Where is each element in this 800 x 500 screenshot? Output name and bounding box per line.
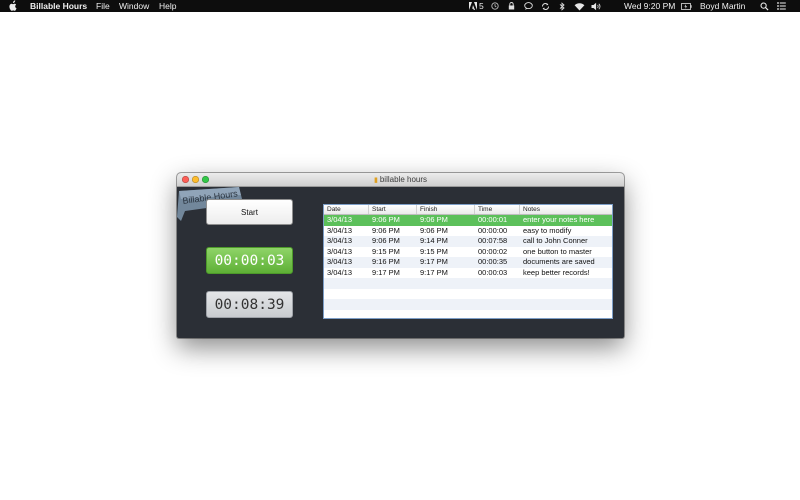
menu-window[interactable]: Window [119, 0, 149, 12]
lock-icon[interactable] [506, 0, 516, 12]
table-row[interactable]: 3/04/13 9:06 PM 9:14 PM 00:07:58 call to… [324, 236, 612, 247]
bluetooth-icon[interactable] [557, 0, 566, 12]
title-bar[interactable]: ▮ billable hours [177, 173, 624, 187]
menubar-clock[interactable]: Wed 9:20 PM [624, 0, 675, 12]
cell-date: 3/04/13 [327, 257, 353, 266]
volume-icon[interactable] [590, 0, 602, 12]
table-header: Date Start Finish Time Notes [324, 205, 612, 215]
cell-start: 9:06 PM [372, 215, 400, 224]
total-timer: 00:08:39 [206, 291, 293, 318]
adobe-icon[interactable] [468, 0, 478, 12]
menu-file[interactable]: File [96, 0, 110, 12]
apple-menu-icon[interactable] [8, 0, 18, 12]
cell-notes[interactable]: call to John Conner [520, 236, 612, 247]
table-row[interactable]: 3/04/13 9:17 PM 9:17 PM 00:00:03 keep be… [324, 268, 612, 279]
table-row[interactable]: 3/04/13 9:15 PM 9:15 PM 00:00:02 one but… [324, 247, 612, 258]
cell-date: 3/04/13 [327, 236, 353, 245]
cell-date: 3/04/13 [327, 246, 353, 256]
cell-time: 00:00:35 [478, 257, 508, 266]
table-row[interactable]: 3/04/13 9:06 PM 9:06 PM 00:00:01 enter y… [324, 215, 612, 226]
table-row[interactable]: 3/04/13 9:06 PM 9:06 PM 00:00:00 easy to… [324, 226, 612, 237]
spotlight-search-icon[interactable] [759, 0, 769, 12]
cell-finish: 9:14 PM [420, 236, 448, 245]
cell-time: 00:00:03 [478, 267, 508, 277]
cell-notes[interactable]: keep better records! [520, 268, 612, 279]
cell-start: 9:06 PM [372, 225, 400, 235]
current-timer: 00:00:03 [206, 247, 293, 274]
cell-finish: 9:17 PM [420, 257, 448, 266]
cell-notes[interactable]: enter your notes here [520, 215, 612, 226]
column-header-date[interactable]: Date [324, 205, 369, 214]
menu-help[interactable]: Help [159, 0, 176, 12]
menu-bar: Billable Hours File Window Help 5 Wed 9:… [0, 0, 800, 12]
cell-date: 3/04/13 [327, 267, 353, 277]
cell-time: 00:07:58 [478, 236, 508, 245]
folder-icon: ▮ [374, 177, 378, 184]
records-table[interactable]: Date Start Finish Time Notes 3/04/13 9:0… [323, 204, 613, 319]
adobe-badge: 5 [479, 1, 484, 11]
empty-row [324, 299, 612, 310]
menu-app-name[interactable]: Billable Hours [30, 0, 87, 12]
table-row[interactable]: 3/04/13 9:16 PM 9:17 PM 00:00:35 documen… [324, 257, 612, 268]
empty-row [324, 289, 612, 300]
battery-icon[interactable] [680, 0, 692, 12]
sync-icon[interactable] [540, 0, 551, 12]
window-title: billable hours [379, 175, 427, 184]
cell-time: 00:00:02 [478, 246, 508, 256]
cell-finish: 9:06 PM [420, 225, 448, 235]
cell-time: 00:00:00 [478, 225, 508, 235]
cell-start: 9:17 PM [372, 267, 400, 277]
time-machine-icon[interactable] [490, 0, 500, 12]
cell-notes[interactable]: documents are saved [520, 257, 612, 268]
notification-center-icon[interactable] [776, 0, 787, 12]
cell-start: 9:16 PM [372, 257, 400, 266]
window-title-container: ▮ billable hours [177, 173, 624, 186]
app-window: ▮ billable hours Billable Hours Start 00:… [177, 173, 624, 338]
cell-finish: 9:06 PM [420, 215, 448, 224]
column-header-finish[interactable]: Finish [417, 205, 475, 214]
cell-notes[interactable]: easy to modify [520, 226, 612, 237]
messages-icon[interactable] [523, 0, 534, 12]
column-header-notes[interactable]: Notes [520, 205, 612, 214]
start-button[interactable]: Start [206, 199, 293, 225]
cell-finish: 9:17 PM [420, 267, 448, 277]
cell-start: 9:06 PM [372, 236, 400, 245]
cell-time: 00:00:01 [478, 215, 508, 224]
empty-row [324, 278, 612, 289]
menubar-user[interactable]: Boyd Martin [700, 0, 745, 12]
cell-finish: 9:15 PM [420, 246, 448, 256]
cell-date: 3/04/13 [327, 225, 353, 235]
cell-notes[interactable]: one button to master [520, 247, 612, 258]
cell-date: 3/04/13 [327, 215, 353, 224]
cell-start: 9:15 PM [372, 246, 400, 256]
column-header-start[interactable]: Start [369, 205, 417, 214]
wifi-icon[interactable] [573, 0, 585, 12]
column-header-time[interactable]: Time [475, 205, 520, 214]
